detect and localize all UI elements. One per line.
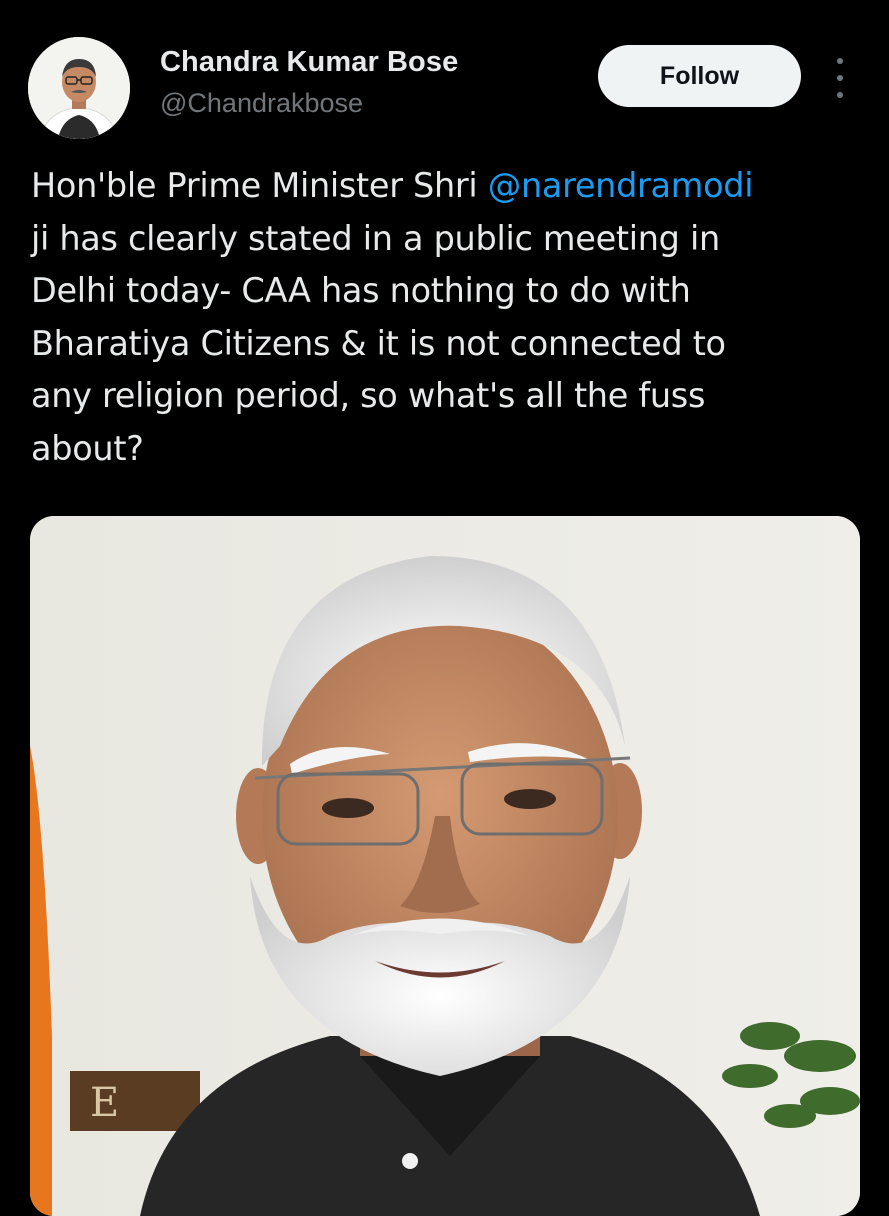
author-handle[interactable]: @Chandrakbose	[160, 86, 458, 120]
author-display-name[interactable]: Chandra Kumar Bose	[160, 44, 458, 80]
sign-lettering: E	[90, 1080, 119, 1126]
author-block: Chandra Kumar Bose @Chandrakbose	[160, 44, 458, 120]
tweet-text-rest: ji has clearly stated in a public meetin…	[31, 218, 726, 468]
tweet-media-image[interactable]: E	[30, 516, 860, 1216]
portrait-photo: E	[30, 516, 860, 1216]
more-dot	[837, 58, 843, 64]
follow-button[interactable]: Follow	[598, 45, 801, 107]
more-dot	[837, 75, 843, 81]
tweet-text-start: Hon'ble Prime Minister Shri	[31, 166, 488, 205]
tweet: Chandra Kumar Bose @Chandrakbose Follow …	[0, 0, 889, 1216]
avatar[interactable]	[28, 37, 130, 139]
more-vertical-icon[interactable]	[826, 58, 854, 98]
tweet-text: Hon'ble Prime Minister Shri @narendramod…	[31, 160, 851, 476]
mention-link[interactable]: @narendramodi	[488, 166, 754, 205]
avatar-photo	[28, 37, 130, 139]
more-dot	[837, 92, 843, 98]
